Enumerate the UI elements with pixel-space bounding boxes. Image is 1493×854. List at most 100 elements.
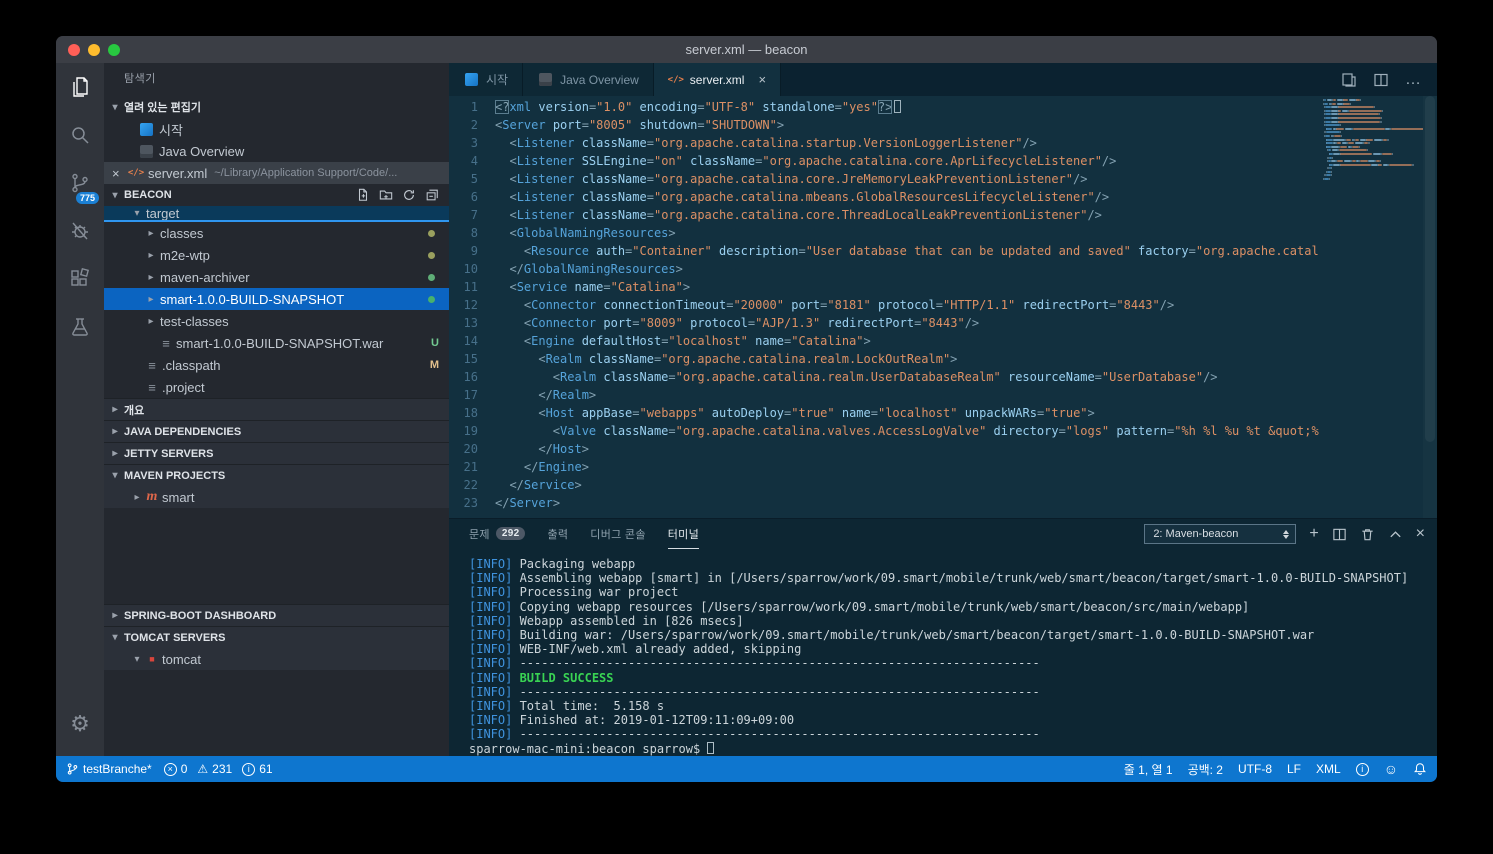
code-line[interactable]: 1<?xml version="1.0" encoding="UTF-8" st…: [449, 98, 1319, 116]
terminal-line: [INFO] Copying webapp resources [/Users/…: [469, 600, 1437, 614]
notifications-bell-icon[interactable]: [1413, 762, 1427, 776]
test-beaker-activity-icon[interactable]: [56, 303, 104, 351]
code-line[interactable]: 20 </Host>: [449, 440, 1319, 458]
maximize-panel-icon[interactable]: [1388, 527, 1403, 542]
tree-item-target[interactable]: ▾target: [104, 206, 449, 222]
code-line[interactable]: 2<Server port="8005" shutdown="SHUTDOWN"…: [449, 116, 1319, 134]
new-terminal-icon[interactable]: +: [1309, 526, 1318, 542]
code-line[interactable]: 16 <Realm className="org.apache.catalina…: [449, 368, 1319, 386]
terminal-select[interactable]: 2: Maven-beacon: [1144, 524, 1296, 544]
code-line[interactable]: 14 <Engine defaultHost="localhost" name=…: [449, 332, 1319, 350]
close-tab-icon[interactable]: ×: [758, 72, 766, 87]
git-branch-indicator[interactable]: testBranche*: [66, 762, 152, 776]
open-editor-item-java-overview[interactable]: Java Overview: [104, 140, 449, 162]
section-header-spring-boot-dashboard[interactable]: ▸SPRING-BOOT DASHBOARD: [104, 604, 449, 626]
code-line[interactable]: 13 <Connector port="8009" protocol="AJP/…: [449, 314, 1319, 332]
code-line[interactable]: 6 <Listener className="org.apache.catali…: [449, 188, 1319, 206]
new-file-icon[interactable]: [356, 188, 370, 202]
indentation-indicator[interactable]: 공백: 2: [1188, 761, 1223, 778]
code-line[interactable]: 23</Server>: [449, 494, 1319, 512]
open-editor-item-server-xml[interactable]: ×</>server.xml~/Library/Application Supp…: [104, 162, 449, 184]
code-line[interactable]: 4 <Listener SSLEngine="on" className="or…: [449, 152, 1319, 170]
zoom-window-button[interactable]: [108, 44, 120, 56]
explorer-activity-icon[interactable]: [56, 63, 104, 111]
code-line[interactable]: 11 <Service name="Catalina">: [449, 278, 1319, 296]
debug-activity-icon[interactable]: [56, 207, 104, 255]
close-panel-icon[interactable]: ×: [1416, 526, 1425, 542]
code-text: <Realm className="org.apache.catalina.re…: [495, 368, 1319, 386]
problems-indicator[interactable]: × 0 ⚠ 231 i 61: [164, 762, 273, 776]
minimap[interactable]: [1323, 99, 1423, 182]
tree-item-tomcat[interactable]: ▾■tomcat: [104, 648, 449, 670]
code-line[interactable]: 9 <Resource auth="Container" description…: [449, 242, 1319, 260]
code-line[interactable]: 19 <Valve className="org.apache.catalina…: [449, 422, 1319, 440]
code-line[interactable]: 3 <Listener className="org.apache.catali…: [449, 134, 1319, 152]
editor-tab-java-overview[interactable]: Java Overview: [523, 63, 654, 96]
code-line[interactable]: 12 <Connector connectionTimeout="20000" …: [449, 296, 1319, 314]
feedback-smiley-icon[interactable]: ☺: [1384, 761, 1398, 777]
close-editor-icon[interactable]: ×: [112, 166, 120, 181]
tree-item-smart-war[interactable]: ≡smart-1.0.0-BUILD-SNAPSHOT.warU: [104, 332, 449, 354]
code-line[interactable]: 22 </Service>: [449, 476, 1319, 494]
section-header-maven-projects[interactable]: ▾MAVEN PROJECTS: [104, 464, 449, 486]
code-line[interactable]: 5 <Listener className="org.apache.catali…: [449, 170, 1319, 188]
editor-scrollbar[interactable]: [1423, 96, 1437, 518]
more-actions-icon[interactable]: …: [1405, 71, 1421, 89]
section-header-outline[interactable]: ▸개요: [104, 398, 449, 420]
code-area[interactable]: 1<?xml version="1.0" encoding="UTF-8" st…: [449, 98, 1319, 518]
open-editor-item-welcome[interactable]: 시작: [104, 118, 449, 140]
tree-item-classes[interactable]: ▸classes: [104, 222, 449, 244]
code-line[interactable]: 8 <GlobalNamingResources>: [449, 224, 1319, 242]
collapse-all-icon[interactable]: [425, 188, 439, 202]
info-circle-icon[interactable]: i: [1356, 763, 1369, 776]
editor[interactable]: 1<?xml version="1.0" encoding="UTF-8" st…: [449, 96, 1437, 518]
close-window-button[interactable]: [68, 44, 80, 56]
tree-item-classpath[interactable]: ≡.classpathM: [104, 354, 449, 376]
terminal-output[interactable]: [INFO] Packaging webapp[INFO] Assembling…: [449, 549, 1437, 756]
extensions-activity-icon[interactable]: [56, 255, 104, 303]
panel-tab-terminal[interactable]: 터미널: [668, 519, 699, 549]
panel-tab-debug-console[interactable]: 디버그 콘솔: [590, 519, 645, 549]
code-line[interactable]: 7 <Listener className="org.apache.catali…: [449, 206, 1319, 224]
terminal-line: sparrow-mac-mini:beacon sparrow$: [469, 742, 1437, 756]
language-mode[interactable]: XML: [1316, 762, 1341, 776]
section-header-java-dependencies[interactable]: ▸JAVA DEPENDENCIES: [104, 420, 449, 442]
eol-indicator[interactable]: LF: [1287, 762, 1301, 776]
chevron-right-icon: ▸: [108, 448, 122, 459]
editor-tab-welcome[interactable]: 시작: [449, 63, 523, 96]
open-editors-header[interactable]: ▾ 열려 있는 편집기: [104, 96, 449, 118]
search-activity-icon[interactable]: [56, 111, 104, 159]
cursor-position[interactable]: 줄 1, 열 1: [1124, 761, 1173, 778]
tree-item-smart-snapshot[interactable]: ▸smart-1.0.0-BUILD-SNAPSHOT: [104, 288, 449, 310]
titlebar[interactable]: server.xml — beacon: [56, 36, 1437, 63]
code-line[interactable]: 15 <Realm className="org.apache.catalina…: [449, 350, 1319, 368]
panel-tab-problems[interactable]: 문제292: [469, 519, 525, 549]
kill-terminal-icon[interactable]: [1360, 527, 1375, 542]
minimap-line: [1323, 157, 1423, 159]
project-section-header[interactable]: ▾ BEACON: [104, 184, 449, 206]
encoding-indicator[interactable]: UTF-8: [1238, 762, 1272, 776]
editor-tab-server-xml[interactable]: </>server.xml×: [654, 63, 781, 96]
split-terminal-icon[interactable]: [1332, 527, 1347, 542]
section-header-tomcat-servers[interactable]: ▾TOMCAT SERVERS: [104, 626, 449, 648]
split-editor-icon[interactable]: [1373, 72, 1389, 88]
section-header-jetty-servers[interactable]: ▸JETTY SERVERS: [104, 442, 449, 464]
tree-item-maven-archiver[interactable]: ▸maven-archiver: [104, 266, 449, 288]
source-control-activity-icon[interactable]: 775: [56, 159, 104, 207]
tree-item-project[interactable]: ≡.project: [104, 376, 449, 398]
line-number: 19: [449, 422, 495, 440]
new-folder-icon[interactable]: [379, 188, 393, 202]
minimize-window-button[interactable]: [88, 44, 100, 56]
code-line[interactable]: 10 </GlobalNamingResources>: [449, 260, 1319, 278]
code-line[interactable]: 21 </Engine>: [449, 458, 1319, 476]
tree-item-maven-smart[interactable]: ▸msmart: [104, 486, 449, 508]
settings-gear-icon[interactable]: ⚙: [56, 700, 104, 748]
tree-item-m2e-wtp[interactable]: ▸m2e-wtp: [104, 244, 449, 266]
refresh-icon[interactable]: [402, 188, 416, 202]
tree-item-label: classes: [160, 226, 203, 241]
code-line[interactable]: 17 </Realm>: [449, 386, 1319, 404]
open-changes-icon[interactable]: [1341, 72, 1357, 88]
tree-item-test-classes[interactable]: ▸test-classes: [104, 310, 449, 332]
panel-tab-output[interactable]: 출력: [547, 519, 568, 549]
code-line[interactable]: 18 <Host appBase="webapps" autoDeploy="t…: [449, 404, 1319, 422]
